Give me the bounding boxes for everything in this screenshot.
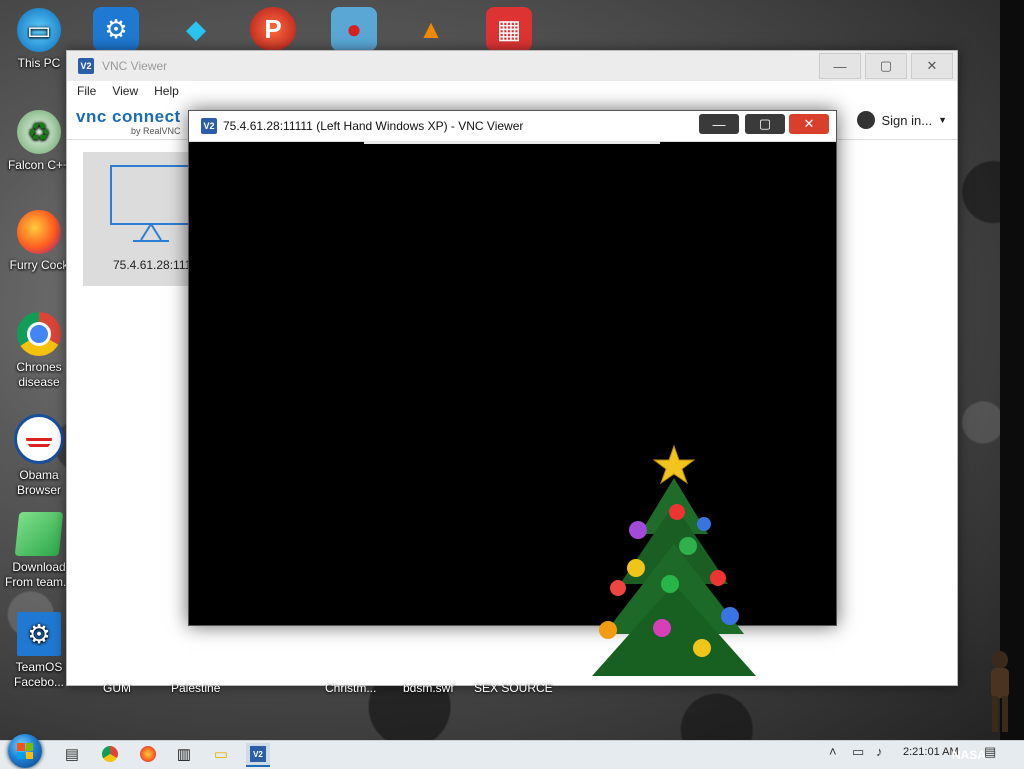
menu-file[interactable]: File <box>77 84 96 98</box>
volume-icon[interactable]: ♪ <box>876 744 883 759</box>
desktop-label-palestine[interactable]: Palestine <box>171 681 220 695</box>
desktop-icon-label: TeamOS Facebo... <box>13 660 65 689</box>
angry-birds-icon[interactable]: ● <box>331 7 377 51</box>
christmas-tree-decoration <box>592 444 756 676</box>
window-title: VNC Viewer <box>102 59 168 73</box>
gear-icon: ⚙ <box>17 612 61 656</box>
vlc-santa-icon[interactable]: ▲ <box>408 7 454 51</box>
desktop-icon-teamos[interactable]: ⚙ TeamOS Facebo... <box>4 612 74 690</box>
desktop-label-sex-source[interactable]: SEX SOURCE <box>474 681 553 695</box>
vnc-connect-logo: vnc connect <box>76 107 181 126</box>
desktop-label-gum[interactable]: GUM <box>103 681 131 695</box>
desktop-icon-label: Obama Browser <box>16 468 61 497</box>
obama-browser-icon <box>14 414 64 464</box>
vnc-app-icon: V2 <box>78 58 94 74</box>
menu-help[interactable]: Help <box>154 84 179 98</box>
sign-in-label: Sign in... <box>881 112 933 128</box>
vnc-app-icon: V2 <box>201 118 217 134</box>
maximize-button[interactable]: ▢ <box>745 114 785 134</box>
desktop-icon-download[interactable]: Download From team... <box>4 512 74 590</box>
desktop-icon-label: Download From team... <box>4 560 73 589</box>
realvnc-logo-sub: by RealVNC <box>131 126 181 136</box>
start-button[interactable] <box>8 734 42 768</box>
recycle-icon: ♻ <box>17 110 61 154</box>
remote-toolbar-strip[interactable] <box>364 141 660 144</box>
minimize-button[interactable]: — <box>699 114 739 134</box>
desktop-label-bdsm-swf[interactable]: bdsm.swf <box>403 681 454 695</box>
menu-view[interactable]: View <box>112 84 138 98</box>
wallpaper-dark-edge <box>1000 0 1024 740</box>
connection-tile[interactable]: 75.4.61.28:1111 <box>83 152 197 286</box>
network-icon[interactable]: ▭ <box>852 744 864 760</box>
monitor-icon <box>110 165 192 242</box>
vnc-viewer-titlebar[interactable]: V2 VNC Viewer — ▢ ✕ <box>67 51 957 81</box>
desktop-icon-label: This PC <box>17 56 61 70</box>
desktop-icon-chrones[interactable]: Chrones disease <box>4 312 74 390</box>
desktop-icon-this-pc[interactable]: ▭ This PC <box>4 8 74 71</box>
file-explorer-icon[interactable]: ▭ <box>209 743 233 765</box>
connection-label: 75.4.61.28:1111 <box>113 258 198 272</box>
p-app-icon[interactable]: P <box>250 7 296 51</box>
desktop-icon-falcon-cpp[interactable]: ♻ Falcon C++ <box>4 110 74 173</box>
remote-window-titlebar[interactable]: V2 75.4.61.28:11111 (Left Hand Windows X… <box>189 111 836 142</box>
person-icon <box>857 111 876 129</box>
maximize-button[interactable]: ▢ <box>865 53 907 79</box>
close-button[interactable]: ✕ <box>911 53 953 79</box>
remote-window-title: 75.4.61.28:11111 (Left Hand Windows XP) … <box>223 119 524 133</box>
settings-gear-icon[interactable]: ⚙ <box>93 7 139 51</box>
this-pc-icon: ▭ <box>17 8 61 52</box>
chevron-down-icon: ▼ <box>938 115 947 125</box>
desktop-icon-label: Chrones disease <box>16 360 62 389</box>
chevron-up-icon[interactable]: ˄ <box>829 744 837 759</box>
desktop-icon-label: Furry Cock <box>9 258 69 272</box>
menu-bar: File View Help <box>67 81 957 101</box>
desktop-icon-label: Falcon C++ <box>7 158 71 172</box>
firefox-taskbar-icon[interactable] <box>136 743 160 765</box>
astronaut-silhouette <box>991 651 1009 732</box>
close-button[interactable]: ✕ <box>789 114 829 134</box>
diamond-icon[interactable]: ◆ <box>173 7 219 51</box>
vnc-taskbar-icon[interactable]: V2 <box>246 743 270 767</box>
red-gift-icon[interactable]: ▦ <box>486 7 532 51</box>
desktop-icon-obama-browser[interactable]: Obama Browser <box>4 414 74 498</box>
firefox-icon <box>17 210 61 254</box>
task-view-icon[interactable]: ▤ <box>60 743 84 765</box>
app-taskbar-icon[interactable]: ▥ <box>172 743 196 765</box>
windows-logo-icon <box>17 743 33 759</box>
chrome-taskbar-icon[interactable] <box>98 743 122 765</box>
minimize-button[interactable]: — <box>819 53 861 79</box>
desktop-label-christmas[interactable]: Christm... <box>325 681 376 695</box>
chrome-icon <box>17 312 61 356</box>
nasa-watermark: NASA <box>952 748 987 762</box>
sign-in-button[interactable]: Sign in... ▼ <box>857 111 947 129</box>
desktop-icon-furry-cock[interactable]: Furry Cock <box>4 210 74 273</box>
notepad-icon <box>14 512 64 556</box>
taskbar-clock[interactable]: 2:21:01 AM <box>903 746 959 758</box>
